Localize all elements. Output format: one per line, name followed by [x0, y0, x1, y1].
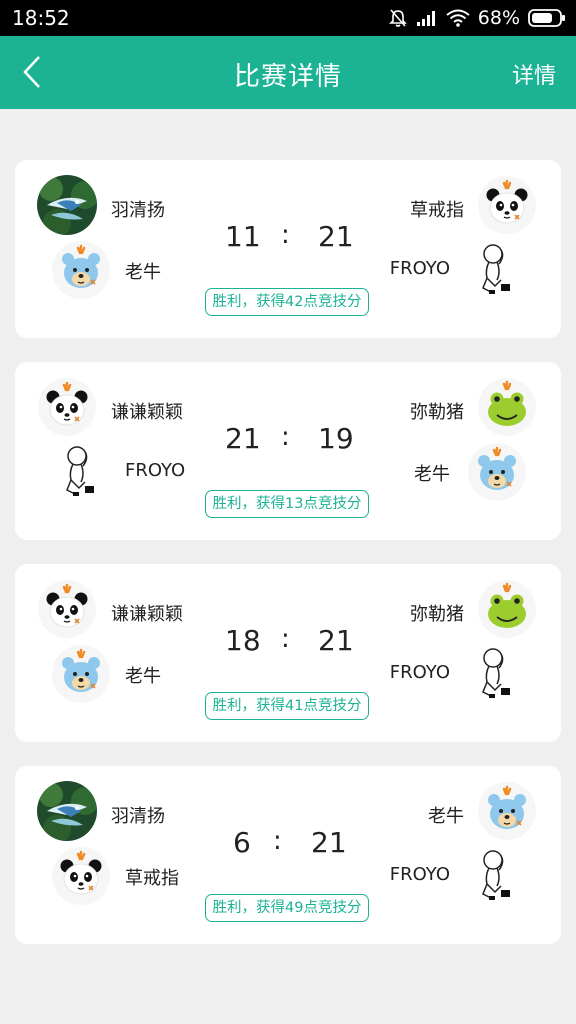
player-avatar [37, 579, 97, 639]
player-avatar [467, 846, 527, 906]
player-avatar [477, 175, 537, 235]
bird-photo-avatar-icon [37, 175, 97, 235]
bird-photo-avatar-icon [37, 781, 97, 841]
sketch-figure-avatar-icon [467, 644, 527, 704]
player-avatar [37, 377, 97, 437]
score-right: 19 [318, 422, 354, 455]
player-avatar [51, 644, 111, 704]
bear-avatar-icon [478, 782, 536, 840]
player-name: 弥勒猪 [410, 604, 464, 625]
panda-avatar-icon [52, 847, 110, 905]
player-name: 谦谦颖颖 [111, 402, 183, 423]
sketch-figure-avatar-icon [467, 846, 527, 906]
player-avatar [477, 579, 537, 639]
mute-icon [388, 8, 408, 28]
result-badge: 胜利，获得41点竞技分 [205, 692, 369, 720]
score-separator: : [273, 826, 282, 856]
frog-avatar-icon [478, 580, 536, 638]
bear-avatar-icon [52, 645, 110, 703]
player-name: 草戒指 [410, 200, 464, 221]
score-right: 21 [318, 220, 354, 253]
score-left: 6 [233, 826, 251, 859]
player-avatar [37, 781, 97, 841]
player-name: 羽清扬 [111, 806, 165, 827]
sketch-figure-avatar-icon [51, 442, 111, 502]
battery-icon [528, 9, 566, 27]
player-avatar [467, 442, 527, 502]
score-right: 21 [318, 624, 354, 657]
player-name: FROYO [125, 460, 186, 481]
player-avatar [51, 846, 111, 906]
score-left: 18 [225, 624, 261, 657]
score-left: 11 [225, 220, 261, 253]
player-name: 老牛 [125, 262, 161, 283]
player-name: 老牛 [428, 806, 464, 827]
bear-avatar-icon [468, 443, 526, 501]
player-avatar [477, 377, 537, 437]
panda-avatar-icon [38, 378, 96, 436]
score-left: 21 [225, 422, 261, 455]
result-badge: 胜利，获得13点竞技分 [205, 490, 369, 518]
sketch-figure-avatar-icon [467, 240, 527, 300]
battery-level: 68% [477, 7, 520, 29]
player-avatar [477, 781, 537, 841]
score-separator: : [281, 624, 290, 654]
player-name: 谦谦颖颖 [111, 604, 183, 625]
wifi-icon [446, 9, 470, 27]
player-name: 草戒指 [125, 868, 179, 889]
panda-avatar-icon [38, 580, 96, 638]
match-card[interactable]: 羽清扬 草戒指 6 : 21 老牛 FROYO 胜利，获得49点竞技分 [15, 766, 561, 944]
details-button[interactable]: 详情 [512, 58, 556, 90]
status-icons: 68% [388, 6, 566, 30]
bear-avatar-icon [52, 241, 110, 299]
player-avatar [467, 644, 527, 704]
player-name: 老牛 [125, 666, 161, 687]
player-name: 弥勒猪 [410, 402, 464, 423]
match-card[interactable]: 谦谦颖颖 FROYO 21 : 19 弥勒猪 老牛 胜利，获得13点竞技分 [15, 362, 561, 540]
score-separator: : [281, 422, 290, 452]
player-name: FROYO [389, 258, 450, 279]
app-bar: 比赛详情 详情 [0, 36, 576, 109]
panda-avatar-icon [478, 176, 536, 234]
player-avatar [37, 175, 97, 235]
status-bar: 18:52 68% [0, 0, 576, 36]
match-card[interactable]: 谦谦颖颖 老牛 18 : 21 弥勒猪 FROYO 胜利，获得41点竞技分 [15, 564, 561, 742]
player-avatar [467, 240, 527, 300]
score-separator: : [281, 220, 290, 250]
player-name: FROYO [389, 864, 450, 885]
result-badge: 胜利，获得42点竞技分 [205, 288, 369, 316]
result-badge: 胜利，获得49点竞技分 [205, 894, 369, 922]
match-card[interactable]: 羽清扬 老牛 11 : 21 草戒指 FROYO 胜利，获得42点竞技分 [15, 160, 561, 338]
signal-icon [416, 9, 438, 27]
player-name: 老牛 [414, 464, 450, 485]
score-right: 21 [311, 826, 347, 859]
player-avatar [51, 240, 111, 300]
player-name: 羽清扬 [111, 200, 165, 221]
player-avatar [51, 442, 111, 502]
player-name: FROYO [389, 662, 450, 683]
status-time: 18:52 [12, 6, 70, 30]
frog-avatar-icon [478, 378, 536, 436]
page-title: 比赛详情 [233, 62, 342, 92]
